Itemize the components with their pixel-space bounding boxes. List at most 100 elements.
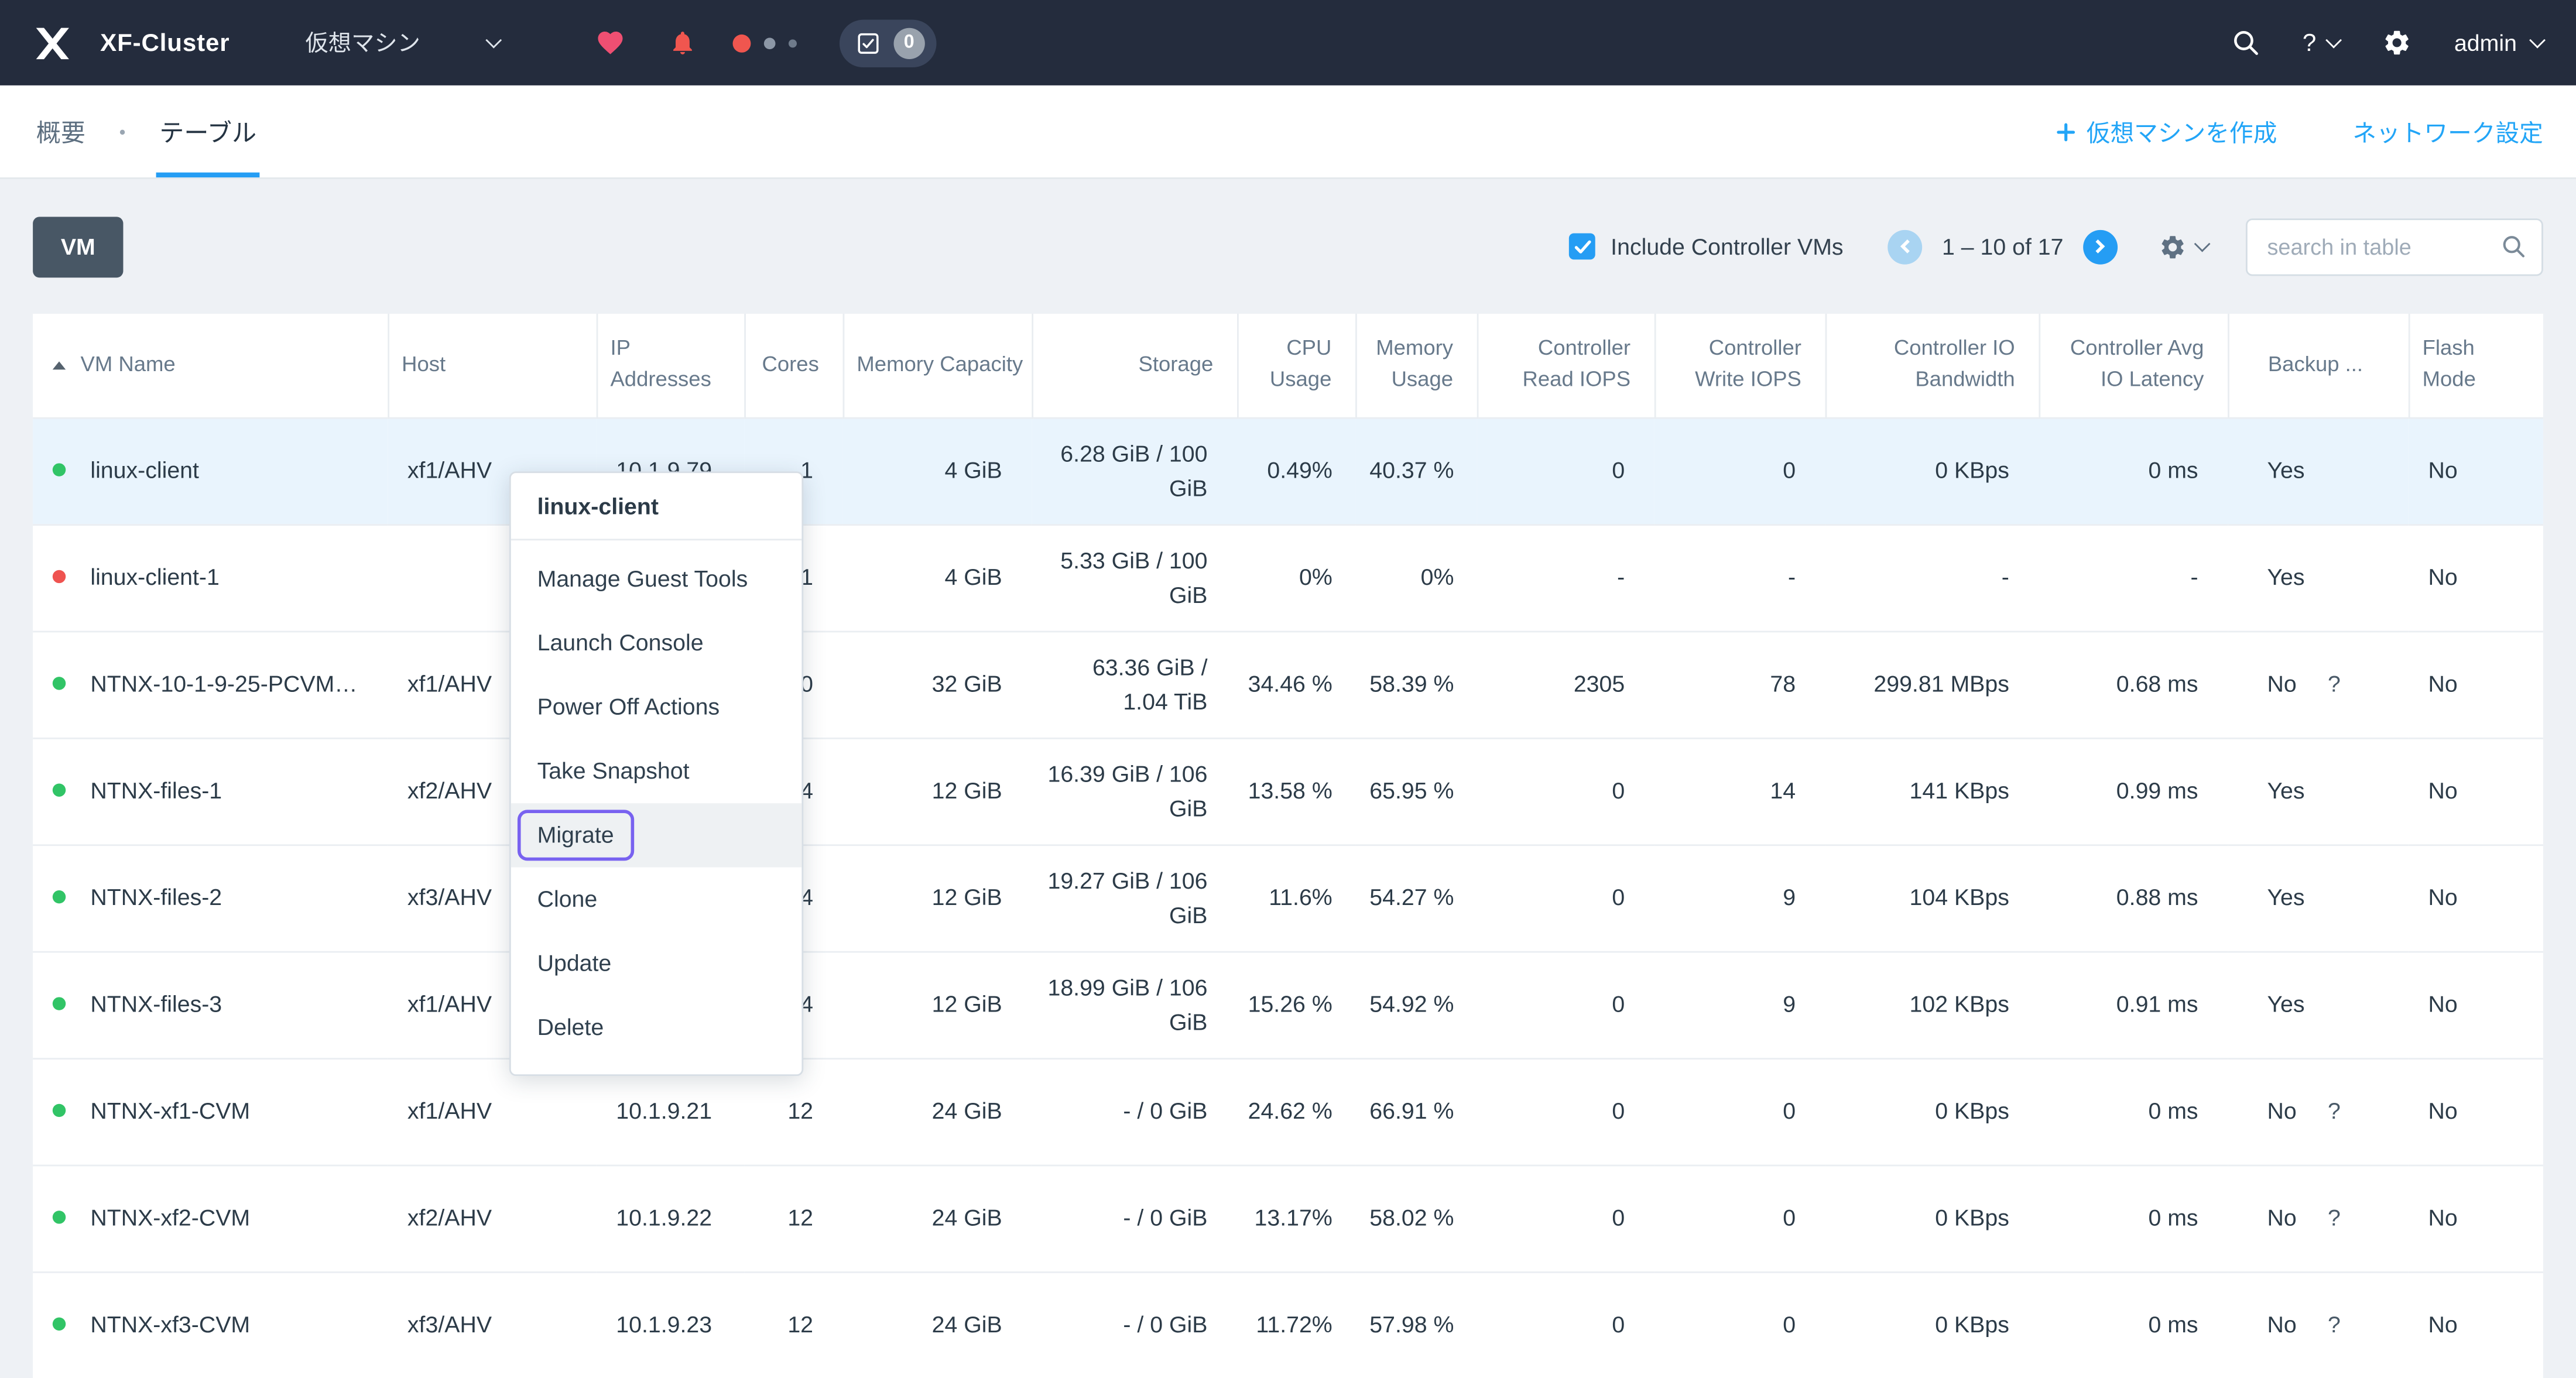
- vm-name-link[interactable]: linux-client-1: [90, 563, 220, 589]
- prev-page-button[interactable]: [1888, 229, 1922, 263]
- vm-name-link[interactable]: NTNX-xf2-CVM: [90, 1204, 250, 1230]
- health-heart-button[interactable]: [594, 28, 625, 58]
- column-header-cores[interactable]: Cores: [744, 314, 842, 417]
- cell-write_iops: 78: [1654, 631, 1825, 738]
- column-header-memory-capacity[interactable]: Memory Capacity: [843, 314, 1032, 417]
- help-icon[interactable]: ?: [2328, 1311, 2341, 1338]
- cell-mem: 57.98 %: [1355, 1271, 1477, 1378]
- alert-indicator-dots[interactable]: [732, 34, 796, 52]
- vm-name-link[interactable]: NTNX-xf1-CVM: [90, 1097, 250, 1123]
- entity-type-dropdown[interactable]: 仮想マシン: [306, 26, 499, 59]
- column-header-flash-mode[interactable]: Flash Mode: [2409, 314, 2543, 417]
- tab-overview[interactable]: 概要: [33, 85, 88, 177]
- help-menu[interactable]: ?: [2303, 29, 2339, 57]
- cell-io_bw: 0 KBps: [1825, 417, 2039, 524]
- backup-value: Yes: [2267, 884, 2304, 910]
- power-on-icon: [53, 997, 66, 1010]
- cell-name[interactable]: NTNX-xf3-CVM: [33, 1271, 388, 1378]
- cell-write_iops: 9: [1654, 951, 1825, 1058]
- table-row[interactable]: linux-clientxf1/AHV10.1.9.7914 GiB6.28 G…: [33, 417, 2543, 524]
- vm-name-link[interactable]: NTNX-10-1-9-25-PCVM-...: [90, 670, 361, 697]
- table-row[interactable]: NTNX-files-2xf3/AHV412 GiB19.27 GiB / 10…: [33, 844, 2543, 951]
- cell-flash: No: [2409, 631, 2543, 738]
- column-header-ip-addresses[interactable]: IP Addresses: [597, 314, 745, 417]
- column-header-backup[interactable]: Backup ...: [2228, 314, 2409, 417]
- table-row[interactable]: NTNX-files-1xf2/AHV412 GiB16.39 GiB / 10…: [33, 738, 2543, 844]
- menu-item-migrate[interactable]: Migrate: [511, 803, 802, 867]
- user-menu[interactable]: admin: [2454, 30, 2543, 56]
- help-icon[interactable]: ?: [2328, 1204, 2341, 1230]
- menu-item-power-off-actions[interactable]: Power Off Actions: [511, 675, 802, 739]
- menu-item-take-snapshot[interactable]: Take Snapshot: [511, 739, 802, 803]
- pagination-info: 1 – 10 of 17: [1942, 233, 2064, 259]
- nutanix-logo: [33, 25, 72, 60]
- include-controller-vms-checkbox[interactable]: Include Controller VMs: [1570, 233, 1844, 259]
- menu-item-manage-guest-tools[interactable]: Manage Guest Tools: [511, 547, 802, 611]
- vm-name-link[interactable]: NTNX-xf3-CVM: [90, 1311, 250, 1338]
- settings-gear-button[interactable]: [2382, 28, 2411, 58]
- vm-name-link[interactable]: NTNX-files-3: [90, 990, 222, 1017]
- cell-name[interactable]: NTNX-xf2-CVM: [33, 1165, 388, 1271]
- tab-table[interactable]: テーブル: [156, 85, 260, 177]
- column-header-host[interactable]: Host: [388, 314, 596, 417]
- cell-host: xf3/AHV: [388, 1271, 596, 1378]
- cell-mem: 54.27 %: [1355, 844, 1477, 951]
- table-row[interactable]: linux-client-114 GiB5.33 GiB / 100 GiB0%…: [33, 524, 2543, 630]
- cell-mem: 66.91 %: [1355, 1058, 1477, 1164]
- network-config-link[interactable]: ネットワーク設定: [2352, 114, 2543, 149]
- vm-name-link[interactable]: linux-client: [90, 457, 199, 483]
- cell-memory: 12 GiB: [843, 844, 1032, 951]
- column-header-storage[interactable]: Storage: [1032, 314, 1237, 417]
- table-row[interactable]: NTNX-10-1-9-25-PCVM-...xf1/AHV1032 GiB63…: [33, 631, 2543, 738]
- cell-name[interactable]: NTNX-files-1: [33, 738, 388, 844]
- info-alert-dot: [789, 39, 797, 47]
- cell-memory: 24 GiB: [843, 1058, 1032, 1164]
- cell-latency: 0.68 ms: [2039, 631, 2228, 738]
- column-header-controller-io-bandwidth[interactable]: Controller IO Bandwidth: [1825, 314, 2039, 417]
- menu-item-update[interactable]: Update: [511, 931, 802, 995]
- cell-backup: Yes: [2228, 951, 2409, 1058]
- menu-item-label: Power Off Actions: [537, 693, 720, 719]
- cell-storage: - / 0 GiB: [1032, 1271, 1237, 1378]
- cell-name[interactable]: NTNX-files-3: [33, 951, 388, 1058]
- column-header-controller-write-iops[interactable]: Controller Write IOPS: [1654, 314, 1825, 417]
- cell-read_iops: -: [1477, 524, 1654, 630]
- vm-name-link[interactable]: NTNX-files-1: [90, 777, 222, 803]
- vm-type-button[interactable]: VM: [33, 216, 123, 277]
- vm-context-menu: linux-client Manage Guest ToolsLaunch Co…: [509, 471, 803, 1076]
- cell-name[interactable]: NTNX-xf1-CVM: [33, 1058, 388, 1164]
- menu-item-delete[interactable]: Delete: [511, 996, 802, 1060]
- cell-cpu: 11.72%: [1237, 1271, 1355, 1378]
- cell-read_iops: 2305: [1477, 631, 1654, 738]
- column-header-memory-usage[interactable]: Memory Usage: [1355, 314, 1477, 417]
- menu-item-launch-console[interactable]: Launch Console: [511, 611, 802, 675]
- menu-item-label: Launch Console: [537, 629, 704, 656]
- table-search-input[interactable]: [2246, 218, 2543, 275]
- column-header-controller-read-iops[interactable]: Controller Read IOPS: [1477, 314, 1654, 417]
- next-page-button[interactable]: [2083, 229, 2118, 263]
- bell-icon: [669, 28, 697, 58]
- help-icon[interactable]: ?: [2328, 1097, 2341, 1123]
- cell-name[interactable]: NTNX-10-1-9-25-PCVM-...: [33, 631, 388, 738]
- cell-name[interactable]: linux-client-1: [33, 524, 388, 630]
- cell-name[interactable]: linux-client: [33, 417, 388, 524]
- column-header-cpu-usage[interactable]: CPU Usage: [1237, 314, 1355, 417]
- alerts-bell-button[interactable]: [669, 28, 697, 58]
- cell-latency: 0 ms: [2039, 1058, 2228, 1164]
- column-header-controller-avg-io-latency[interactable]: Controller Avg IO Latency: [2039, 314, 2228, 417]
- table-row[interactable]: NTNX-xf2-CVMxf2/AHV10.1.9.221224 GiB- / …: [33, 1165, 2543, 1271]
- vm-name-link[interactable]: NTNX-files-2: [90, 884, 222, 910]
- tasks-button[interactable]: 0: [839, 19, 936, 66]
- menu-item-clone[interactable]: Clone: [511, 868, 802, 931]
- help-icon[interactable]: ?: [2328, 670, 2341, 697]
- table-row[interactable]: NTNX-files-3xf1/AHV412 GiB18.99 GiB / 10…: [33, 951, 2543, 1058]
- create-vm-link[interactable]: 仮想マシンを作成: [2057, 114, 2277, 149]
- column-header-vm-name[interactable]: VM Name: [33, 314, 388, 417]
- table-row[interactable]: NTNX-xf1-CVMxf1/AHV10.1.9.211224 GiB- / …: [33, 1058, 2543, 1164]
- global-search-button[interactable]: [2230, 28, 2260, 58]
- table-settings-button[interactable]: [2159, 232, 2208, 260]
- cell-name[interactable]: NTNX-files-2: [33, 844, 388, 951]
- cell-write_iops: 0: [1654, 1165, 1825, 1271]
- table-row[interactable]: NTNX-xf3-CVMxf3/AHV10.1.9.231224 GiB- / …: [33, 1271, 2543, 1378]
- search-icon[interactable]: [2500, 233, 2527, 259]
